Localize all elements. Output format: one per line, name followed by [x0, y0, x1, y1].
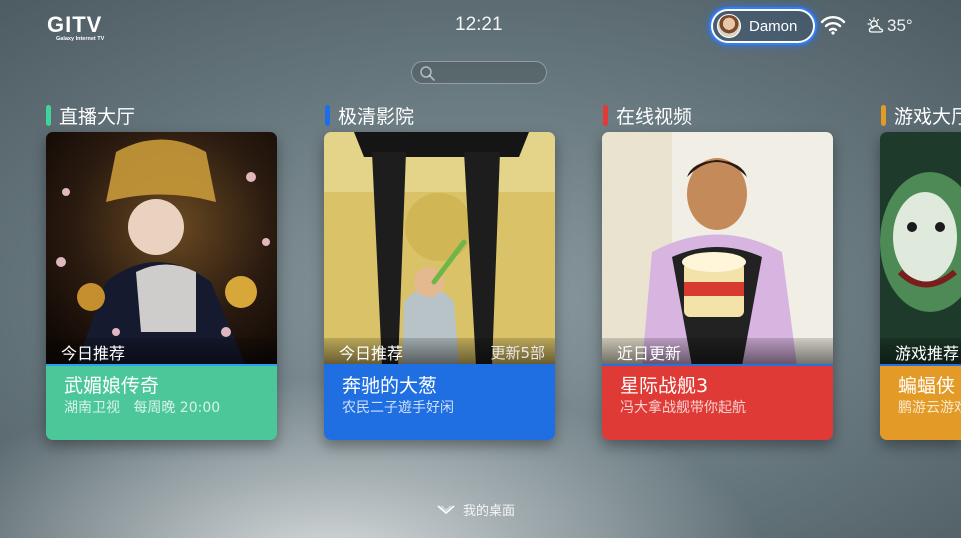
card-cinema[interactable]: 今日推荐 更新5部 奔驰的大葱 农民二子遊手好闲	[324, 132, 555, 440]
card-tag-right: 更新5部	[490, 343, 545, 362]
section-title-text: 在线视频	[616, 106, 693, 128]
card-tag: 游戏推荐	[895, 344, 960, 363]
card-video[interactable]: 近日更新 星际战舰3 冯大拿战舰带你起航	[602, 132, 833, 440]
section-title-video: 在线视频	[603, 102, 692, 129]
wifi-icon	[820, 16, 846, 35]
card-title: 武媚娘传奇	[64, 375, 160, 397]
logo-text: GITV	[47, 12, 103, 37]
section-title-text: 极清影院	[338, 106, 415, 128]
top-bar: GITV Galaxy Internet TV 12:21 Damon 35°	[0, 0, 961, 52]
card-live[interactable]: 今日推荐 武媚娘传奇 湖南卫视 每周晚 20:00	[46, 132, 277, 440]
card-title: 蝙蝠侠	[898, 375, 956, 397]
card-tag-strip: 今日推荐	[46, 338, 277, 366]
section-title-games: 游戏大厅	[881, 102, 961, 129]
section-title-cinema: 极清影院	[325, 102, 414, 129]
card-subtitle: 湖南卫视 每周晚 20:00	[64, 400, 221, 416]
partly-cloudy-icon	[867, 17, 884, 33]
card-info: 武媚娘传奇 湖南卫视 每周晚 20:00	[46, 366, 277, 440]
card-title: 星际战舰3	[620, 375, 709, 397]
card-tag-strip: 游戏推荐	[880, 338, 961, 366]
poster-image	[602, 132, 833, 366]
search-icon	[420, 66, 435, 81]
card-info: 星际战舰3 冯大拿战舰带你起航	[602, 366, 833, 440]
section-title-text: 游戏大厅	[894, 106, 961, 128]
section-accent-bar	[881, 105, 886, 126]
poster-image	[46, 132, 277, 366]
gitv-logo: GITV Galaxy Internet TV	[47, 14, 129, 46]
user-name: Damon	[749, 17, 798, 35]
card-tag-strip: 近日更新	[602, 338, 833, 366]
card-subtitle: 冯大拿战舰带你起航	[620, 400, 746, 416]
card-tag: 今日推荐	[61, 344, 126, 363]
section-title-live: 直播大厅	[46, 102, 135, 129]
card-info: 蝙蝠侠 鹏游云游戏	[880, 366, 961, 440]
card-games[interactable]: 游戏推荐 蝙蝠侠 鹏游云游戏	[880, 132, 961, 440]
card-subtitle: 农民二子遊手好闲	[342, 400, 454, 416]
card-subtitle: 鹏游云游戏	[898, 400, 961, 416]
temperature: 35°	[887, 16, 913, 35]
poster-image	[880, 132, 961, 366]
search-input[interactable]	[411, 61, 547, 84]
card-tag-strip: 今日推荐 更新5部	[324, 338, 555, 366]
weather: 35°	[866, 16, 913, 36]
avatar	[717, 14, 741, 38]
section-accent-bar	[46, 105, 51, 126]
chevron-down-icon	[437, 504, 455, 514]
my-desktop-label: 我的桌面	[463, 504, 516, 519]
section-accent-bar	[325, 105, 330, 126]
card-tag: 近日更新	[617, 344, 682, 363]
card-title: 奔驰的大葱	[342, 375, 438, 397]
user-profile-button[interactable]: Damon	[711, 9, 815, 43]
logo-subtitle: Galaxy Internet TV	[56, 36, 105, 42]
clock: 12:21	[455, 14, 503, 35]
poster-image	[324, 132, 555, 366]
section-title-text: 直播大厅	[59, 106, 136, 128]
card-info: 奔驰的大葱 农民二子遊手好闲	[324, 366, 555, 440]
section-accent-bar	[603, 105, 608, 126]
card-tag: 今日推荐	[339, 344, 404, 363]
my-desktop-link[interactable]: 我的桌面	[436, 500, 515, 519]
